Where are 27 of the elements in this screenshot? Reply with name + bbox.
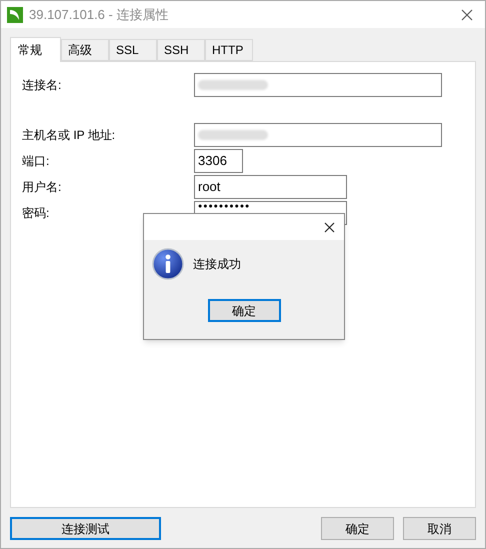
info-icon (152, 248, 184, 280)
close-icon[interactable] (461, 8, 473, 20)
close-icon[interactable] (324, 222, 335, 232)
blurred-value (198, 130, 268, 140)
tab[interactable]: SSH (157, 39, 205, 61)
message-text: 连接成功 (193, 256, 241, 273)
field-label: 端口: (22, 153, 50, 170)
ok-button[interactable]: 确定 (321, 517, 394, 540)
field-label: 主机名或 IP 地址: (22, 127, 116, 144)
cancel-button[interactable]: 取消 (403, 517, 476, 540)
tab[interactable]: HTTP (205, 39, 253, 61)
confirm-button[interactable]: 确定 (208, 299, 280, 322)
field-label: 连接名: (22, 77, 62, 94)
tab[interactable]: 高级 (61, 39, 109, 61)
tab[interactable]: 常规 (10, 37, 61, 62)
blurred-value (198, 80, 268, 90)
field-value: root (198, 178, 220, 196)
connection-test-button[interactable]: 连接测试 (10, 517, 161, 540)
tab[interactable]: SSL (109, 39, 157, 61)
window-title: 39.107.101.6 - 连接属性 (29, 6, 170, 24)
input-field[interactable]: 3306 (194, 149, 243, 173)
input-field[interactable] (194, 73, 442, 97)
field-label: 密码: (22, 205, 50, 222)
field-value: 3306 (198, 152, 227, 170)
input-field[interactable]: root (194, 175, 347, 199)
input-field[interactable] (194, 123, 442, 147)
field-label: 用户名: (22, 179, 62, 196)
